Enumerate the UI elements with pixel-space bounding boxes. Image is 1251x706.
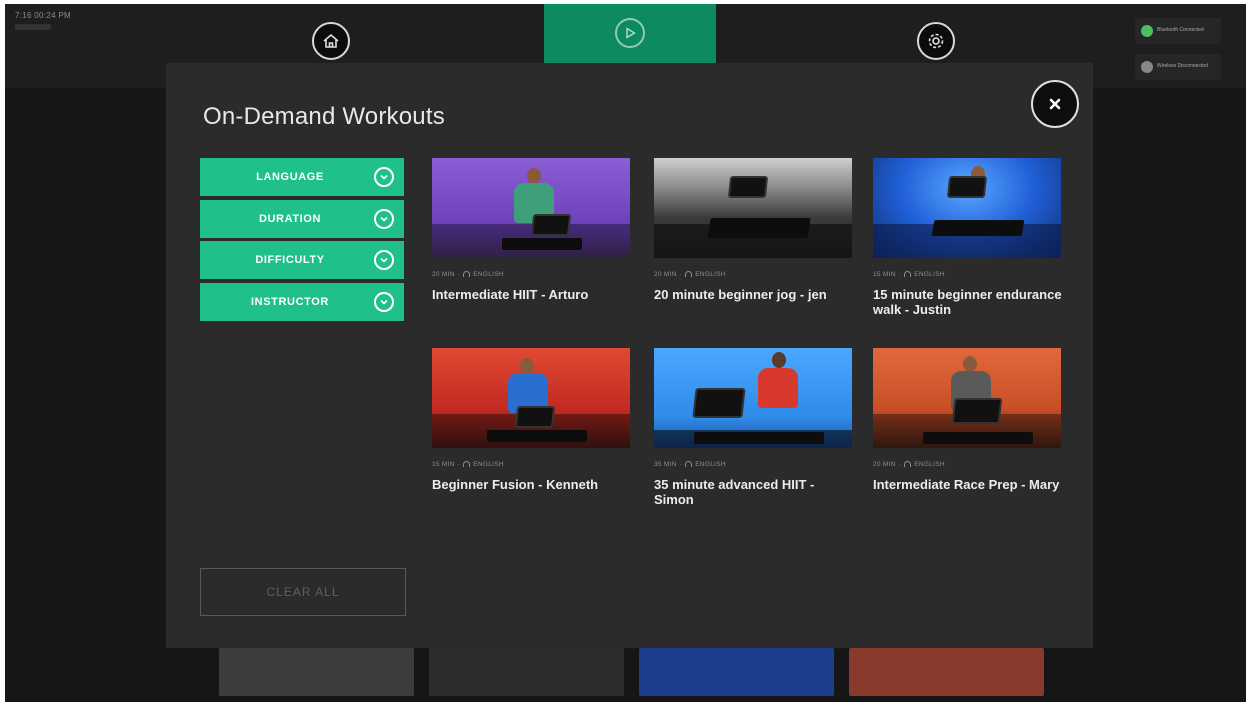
workout-meta: 20 MIN · ENGLISH xyxy=(873,460,945,468)
filter-label: DIFFICULTY xyxy=(255,254,325,266)
workout-language: ENGLISH xyxy=(473,270,504,278)
workout-duration: 20 MIN xyxy=(432,270,455,278)
home-icon xyxy=(312,22,350,60)
workout-thumbnail xyxy=(873,348,1061,448)
close-icon xyxy=(1049,98,1061,110)
workout-thumbnail xyxy=(432,158,630,258)
workout-language: ENGLISH xyxy=(695,460,726,468)
bluetooth-status-text: Bluetooth Connected xyxy=(1157,27,1204,33)
workout-meta: 20 MIN · ENGLISH xyxy=(432,270,504,278)
workout-duration: 20 MIN xyxy=(873,460,896,468)
modal-title: On-Demand Workouts xyxy=(203,103,445,130)
workout-language: ENGLISH xyxy=(914,460,945,468)
workout-title: Beginner Fusion - Kenneth xyxy=(432,477,599,492)
workout-title: 35 minute advanced HIIT - Simon xyxy=(654,477,815,507)
clock: 7:16 00:24 PM xyxy=(15,11,71,20)
wireless-status-text: Wireless Disconnected xyxy=(1157,63,1208,69)
clock-subtext xyxy=(15,24,51,30)
chevron-down-icon xyxy=(374,167,394,187)
on-demand-workouts-modal: On-Demand Workouts LANGUAGE DURATION DIF… xyxy=(166,63,1093,648)
play-icon xyxy=(615,18,645,48)
gear-icon xyxy=(917,22,955,60)
bluetooth-status[interactable]: Bluetooth Connected xyxy=(1135,18,1221,44)
workout-duration: 15 MIN xyxy=(432,460,455,468)
workout-card[interactable]: 35 MIN · ENGLISH 35 minute advanced HIIT… xyxy=(654,348,854,507)
chevron-down-icon xyxy=(374,292,394,312)
workout-meta: 20 MIN · ENGLISH xyxy=(654,270,726,278)
workout-duration: 20 MIN xyxy=(654,270,677,278)
workout-card[interactable]: 15 MIN · ENGLISH 15 minute beginner endu… xyxy=(873,158,1073,317)
background-workout-thumbnail xyxy=(219,648,414,696)
workout-meta: 15 MIN · ENGLISH xyxy=(873,270,945,278)
workout-card[interactable]: 20 MIN · ENGLISH Intermediate Race Prep … xyxy=(873,348,1073,492)
workout-title: Intermediate HIIT - Arturo xyxy=(432,287,589,302)
filter-language-button[interactable]: LANGUAGE xyxy=(200,158,404,196)
headphones-icon xyxy=(904,461,912,467)
workout-title: Intermediate Race Prep - Mary xyxy=(873,477,1060,492)
workout-duration: 15 MIN xyxy=(873,270,896,278)
workout-title: 20 minute beginner jog - jen xyxy=(654,287,827,302)
chevron-down-icon xyxy=(374,250,394,270)
background-workout-thumbnail xyxy=(639,648,834,696)
close-button[interactable] xyxy=(1031,80,1079,128)
nav-on-demand-button[interactable] xyxy=(544,4,716,64)
headphones-icon xyxy=(904,271,912,277)
headphones-icon xyxy=(463,461,471,467)
wireless-status-icon xyxy=(1141,61,1153,73)
workout-thumbnail xyxy=(654,348,852,448)
background-workout-thumbnail xyxy=(429,648,624,696)
workout-language: ENGLISH xyxy=(473,460,504,468)
workout-meta: 35 MIN · ENGLISH xyxy=(654,460,726,468)
filter-instructor-button[interactable]: INSTRUCTOR xyxy=(200,283,404,321)
filter-duration-button[interactable]: DURATION xyxy=(200,200,404,238)
filter-difficulty-button[interactable]: DIFFICULTY xyxy=(200,241,404,279)
workout-duration: 35 MIN xyxy=(654,460,677,468)
filter-label: LANGUAGE xyxy=(256,171,324,183)
workout-card[interactable]: 15 MIN · ENGLISH Beginner Fusion - Kenne… xyxy=(432,348,632,492)
workout-thumbnail xyxy=(654,158,852,258)
workout-language: ENGLISH xyxy=(914,270,945,278)
workout-thumbnail xyxy=(432,348,630,448)
wireless-status[interactable]: Wireless Disconnected xyxy=(1135,54,1221,80)
workout-title: 15 minute beginner endurance walk - Just… xyxy=(873,287,1062,317)
clear-all-button[interactable]: CLEAR ALL xyxy=(200,568,406,616)
workout-card[interactable]: 20 MIN · ENGLISH 20 minute beginner jog … xyxy=(654,158,854,302)
nav-home-button[interactable] xyxy=(245,4,417,64)
filter-label: INSTRUCTOR xyxy=(251,296,329,308)
chevron-down-icon xyxy=(374,209,394,229)
headphones-icon xyxy=(463,271,471,277)
background-workout-thumbnail xyxy=(849,648,1044,696)
filter-label: DURATION xyxy=(258,213,322,225)
workout-meta: 15 MIN · ENGLISH xyxy=(432,460,504,468)
workout-language: ENGLISH xyxy=(695,270,726,278)
workout-card[interactable]: 20 MIN · ENGLISH Intermediate HIIT - Art… xyxy=(432,158,632,302)
app-screen: 7:16 00:24 PM Bluetooth Connected Wirele… xyxy=(5,4,1246,702)
bluetooth-status-icon xyxy=(1141,25,1153,37)
workout-thumbnail xyxy=(873,158,1061,258)
nav-settings-button[interactable] xyxy=(850,4,1022,64)
headphones-icon xyxy=(685,271,693,277)
headphones-icon xyxy=(685,461,693,467)
